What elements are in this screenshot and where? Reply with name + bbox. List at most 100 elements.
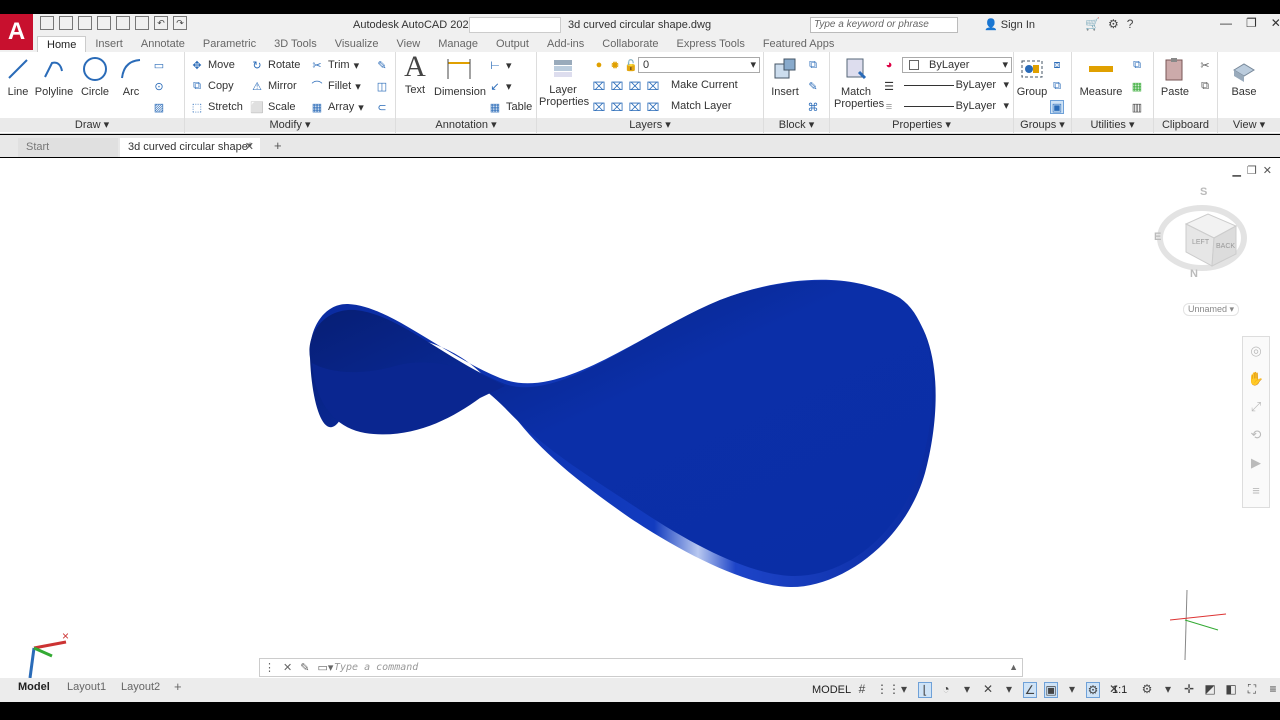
viewcube[interactable]: LEFT BACK S E N — [1150, 182, 1250, 292]
match-layer-button[interactable]: Match Layer — [671, 100, 732, 112]
match-properties-button[interactable]: Match Properties — [834, 56, 884, 110]
layer-on-icon[interactable]: ⌧ — [592, 100, 606, 114]
layer-dropdown[interactable]: 0 ▾ — [638, 57, 760, 73]
close-icon[interactable]: ✕ — [245, 138, 254, 157]
layer-isolate-icon[interactable]: ⌧ — [610, 79, 624, 93]
copy-button[interactable]: ⧉ Copy — [190, 79, 234, 93]
layer-off-icon[interactable]: ⌧ — [592, 79, 606, 93]
fillet-button[interactable]: ⌒ Fillet ▾ — [310, 79, 361, 93]
lineweight-dropdown[interactable]: ByLayer ▾ — [902, 78, 1012, 94]
close-icon[interactable]: ✕ — [1271, 16, 1280, 30]
cart-icon[interactable]: 🛒 — [1085, 17, 1100, 31]
chevron-down-icon[interactable]: ▾ — [960, 682, 974, 698]
id-point-button[interactable]: ▥ — [1130, 100, 1144, 114]
tab-visualize[interactable]: Visualize — [326, 36, 388, 52]
explode-button[interactable]: ◫ — [375, 79, 389, 93]
pan-icon[interactable]: ✋ — [1243, 365, 1269, 393]
paste-button[interactable]: Paste — [1158, 56, 1192, 98]
customize-icon[interactable]: ✎ — [300, 661, 309, 674]
tab-output[interactable]: Output — [487, 36, 538, 52]
group-edit-button[interactable]: ⧉ — [1050, 79, 1064, 93]
recent-commands-icon[interactable]: ▭▾ — [317, 661, 333, 674]
polyline-button[interactable]: Polyline — [34, 56, 74, 98]
polar-icon[interactable]: ◔ — [939, 682, 953, 698]
tab-add-ins[interactable]: Add-ins — [538, 36, 593, 52]
tab-layout1[interactable]: Layout1 — [67, 681, 106, 693]
save-as-icon[interactable] — [97, 16, 111, 30]
table-button[interactable]: ▦ Table — [488, 100, 533, 114]
scale-button[interactable]: ⬜ Scale — [250, 100, 295, 114]
layers-panel-title[interactable]: Layers ▾ — [537, 118, 763, 132]
grid-icon[interactable]: # — [855, 682, 869, 698]
arc-button[interactable]: Arc — [116, 56, 146, 98]
orbit-icon[interactable]: ⟲ — [1243, 421, 1269, 449]
tab-drawing[interactable]: 3d curved circular shape* ✕ — [120, 138, 260, 157]
share-icon[interactable] — [116, 16, 130, 30]
text-button[interactable]: A Text — [400, 50, 430, 96]
showmotion-icon[interactable]: ▶ — [1243, 449, 1269, 477]
groups-panel-title[interactable]: Groups ▾ — [1014, 118, 1071, 132]
chevron-down-icon[interactable]: ▾ — [1002, 682, 1016, 698]
move-button[interactable]: ✥ Move — [190, 58, 235, 72]
block-attributes-button[interactable]: ⌘ — [806, 100, 820, 114]
fullscreen-icon[interactable]: ⛶ — [1245, 682, 1259, 697]
isolate-objects-icon[interactable]: ◩ — [1203, 682, 1217, 697]
chevron-down-icon[interactable]: ▾ — [1065, 682, 1079, 698]
block-panel-title[interactable]: Block ▾ — [764, 118, 829, 132]
help-icon[interactable]: ? — [1127, 17, 1134, 31]
properties-panel-title[interactable]: Properties ▾ — [830, 118, 1013, 132]
grip-icon[interactable]: ⋮ — [264, 661, 275, 674]
utilities-panel-title[interactable]: Utilities ▾ — [1072, 118, 1153, 132]
leader-button[interactable]: ↙ ▾ — [488, 79, 511, 93]
quick-select-button[interactable]: ⧉ — [1130, 58, 1144, 72]
tab-express-tools[interactable]: Express Tools — [668, 36, 754, 52]
layer-freeze-icon[interactable]: ⌧ — [628, 79, 642, 93]
plus-icon[interactable]: ✛ — [1182, 682, 1196, 697]
add-layout-button[interactable]: + — [174, 679, 182, 694]
compass-s-label[interactable]: S — [1200, 186, 1207, 198]
create-block-button[interactable]: ⧉ — [806, 58, 820, 72]
customize-menu-icon[interactable]: ≡ — [1266, 682, 1280, 697]
linetype-dropdown[interactable]: ByLayer ▾ — [902, 99, 1012, 115]
osnap-tracking-icon[interactable]: ∠ — [1023, 682, 1037, 698]
open-icon[interactable] — [59, 16, 73, 30]
tab-layout2[interactable]: Layout2 — [121, 681, 160, 693]
layer-properties-button[interactable]: Layer Properties — [539, 54, 589, 108]
lock-icon[interactable]: 🔓 — [624, 58, 638, 72]
a360-icon[interactable]: ⚙ — [1108, 17, 1119, 31]
model-space-toggle[interactable]: MODEL — [812, 684, 851, 696]
command-input[interactable]: Type a command — [334, 662, 418, 673]
group-select-button[interactable]: ▣ — [1050, 100, 1064, 114]
steering-wheel-icon[interactable]: ◎ — [1243, 337, 1269, 365]
application-menu-button[interactable]: A — [0, 14, 33, 50]
close-icon[interactable]: ✕ — [283, 661, 292, 674]
tab-home[interactable]: Home — [37, 36, 87, 52]
redo-icon[interactable]: ↷ — [173, 16, 187, 30]
sun-icon[interactable]: ✹ — [608, 58, 622, 72]
tab-model[interactable]: Model — [18, 681, 50, 693]
ungroup-button[interactable]: ⧈ — [1050, 58, 1064, 72]
annotation-scale[interactable]: 1:1 — [1112, 684, 1127, 696]
lightbulb-icon[interactable]: ● — [592, 58, 606, 72]
compass-n-label[interactable]: N — [1190, 268, 1198, 280]
minimize-icon[interactable]: — — [1220, 16, 1232, 30]
new-tab-button[interactable]: + — [274, 138, 282, 153]
layer-unlock-icon[interactable]: ⌧ — [646, 100, 660, 114]
compass-e-label[interactable]: E — [1154, 231, 1161, 243]
ellipse-button[interactable]: ⊙ — [152, 79, 166, 93]
annotation-visibility-icon[interactable]: ⚙ — [1086, 682, 1100, 698]
navbar-menu-icon[interactable]: ≡ — [1243, 477, 1269, 505]
offset-button[interactable]: ⊂ — [375, 100, 389, 114]
osnap-icon[interactable]: ▣ — [1044, 682, 1058, 698]
dimension-button[interactable]: Dimension — [434, 56, 486, 98]
zoom-icon[interactable]: ⤢ — [1243, 393, 1269, 421]
edit-block-button[interactable]: ✎ — [806, 79, 820, 93]
tab-manage[interactable]: Manage — [429, 36, 487, 52]
ucs-menu[interactable]: Unnamed ▾ — [1183, 303, 1239, 316]
base-button[interactable]: Base — [1226, 56, 1262, 98]
tab-start[interactable]: Start — [18, 138, 118, 157]
undo-icon[interactable]: ↶ — [154, 16, 168, 30]
layer-unisolate-icon[interactable]: ⌧ — [610, 100, 624, 114]
new-icon[interactable] — [40, 16, 54, 30]
isodraft-icon[interactable]: ✕ — [981, 682, 995, 698]
